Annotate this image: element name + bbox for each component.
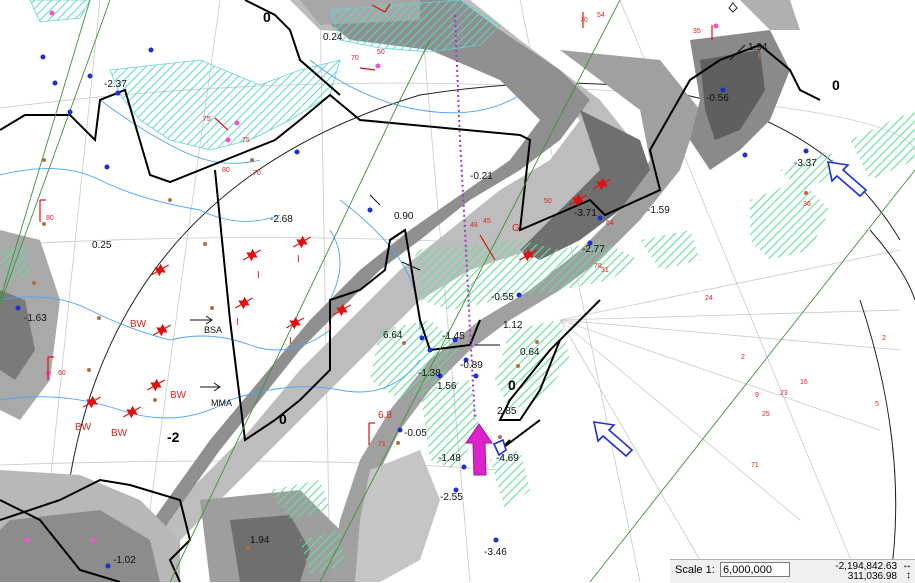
station-value: -1.38 [418, 368, 441, 379]
station-value: 0.64 [520, 347, 540, 358]
station-value: -0.21 [470, 171, 493, 182]
station-value: -1.02 [113, 555, 136, 566]
red-number: 80 [222, 167, 230, 174]
red-number: 16 [800, 379, 808, 386]
front-label: BW [170, 390, 187, 401]
red-number: 31 [601, 267, 609, 274]
contour-label: 0 [279, 411, 287, 427]
station-value: -0.56 [706, 93, 729, 104]
contour-label: 0 [263, 9, 271, 25]
red-number: 23 [780, 390, 788, 397]
red-number: 70 [351, 55, 359, 62]
station-value: 0.25 [92, 240, 112, 251]
red-number: 6.8 [378, 410, 392, 421]
station-value: 0.90 [394, 211, 414, 222]
station-value: -0.05 [404, 428, 427, 439]
station-value: -1.48 [438, 453, 461, 464]
red-number: 75 [203, 116, 211, 123]
station-value: 0.24 [323, 32, 343, 43]
red-number: 50 [377, 49, 385, 56]
red-number: 25 [762, 411, 770, 418]
red-number: 75 [242, 137, 250, 144]
front-label: G [512, 223, 520, 234]
red-number: 78 [594, 263, 602, 270]
red-number: 2 [882, 335, 886, 342]
station-value: -1.45 [442, 331, 465, 342]
scale-label: Scale 1: [675, 564, 715, 576]
red-number: 45 [483, 218, 491, 225]
contour-label: -2 [167, 429, 180, 445]
red-number: 71 [751, 462, 759, 469]
vertical-arrow-icon: ↕ [906, 570, 911, 581]
red-number: 9 [755, 392, 759, 399]
scale-input[interactable] [720, 562, 790, 577]
station-value: -3.71 [574, 208, 597, 219]
red-number: 70 [253, 170, 261, 177]
red-number: 70 [580, 17, 588, 24]
front-label: I [236, 317, 239, 328]
red-number: 48 [470, 222, 478, 229]
station-value: 1.94 [748, 42, 768, 53]
red-number: 71 [378, 441, 386, 448]
contour-label: 0 [508, 377, 516, 393]
front-label: BW [111, 428, 128, 439]
station-value: -0.55 [491, 292, 514, 303]
contour-label: 0 [832, 77, 840, 93]
station-value: -3.37 [794, 158, 817, 169]
front-label: BSA [204, 325, 222, 335]
station-value: -2.68 [270, 214, 293, 225]
station-value: 2.85 [497, 406, 517, 417]
red-number: 35 [693, 28, 701, 35]
station-value: -0.89 [460, 360, 483, 371]
weather-map[interactable]: 0 0 0 0 -2 0.24 -2.37 -0.56 -3.37 -0.21 … [0, 0, 915, 582]
station-value: 6.64 [383, 330, 403, 341]
front-label: I [289, 336, 292, 347]
red-number: 54 [597, 12, 605, 19]
station-value: -2.37 [104, 79, 127, 90]
red-number: 64 [606, 220, 614, 227]
front-label: I [297, 254, 300, 265]
front-label: BW [130, 319, 147, 330]
red-number: 2 [741, 354, 745, 361]
red-number: 80 [46, 215, 54, 222]
station-value: 1.12 [503, 320, 523, 331]
coord-y-readout: 311,036.98 [847, 571, 897, 582]
status-bar: Scale 1: -2,194,842.63 311,036.98 ↔ ↕ [670, 559, 915, 583]
front-label: BW [75, 422, 92, 433]
red-number: 24 [705, 295, 713, 302]
station-value: 1.94 [250, 535, 270, 546]
station-value: -2.55 [440, 492, 463, 503]
red-number: 50 [544, 198, 552, 205]
red-number: 60 [58, 370, 66, 377]
red-number: 5 [875, 401, 879, 408]
station-value: 1.56 [437, 381, 457, 392]
front-label: MMA [211, 398, 232, 408]
station-value: -1.59 [647, 205, 670, 216]
station-value: -3.46 [484, 547, 507, 558]
station-value: -1.63 [24, 313, 47, 324]
red-number: 36 [803, 201, 811, 208]
station-value: -2.77 [582, 244, 605, 255]
front-label: I [328, 323, 331, 334]
front-label: I [257, 270, 260, 281]
